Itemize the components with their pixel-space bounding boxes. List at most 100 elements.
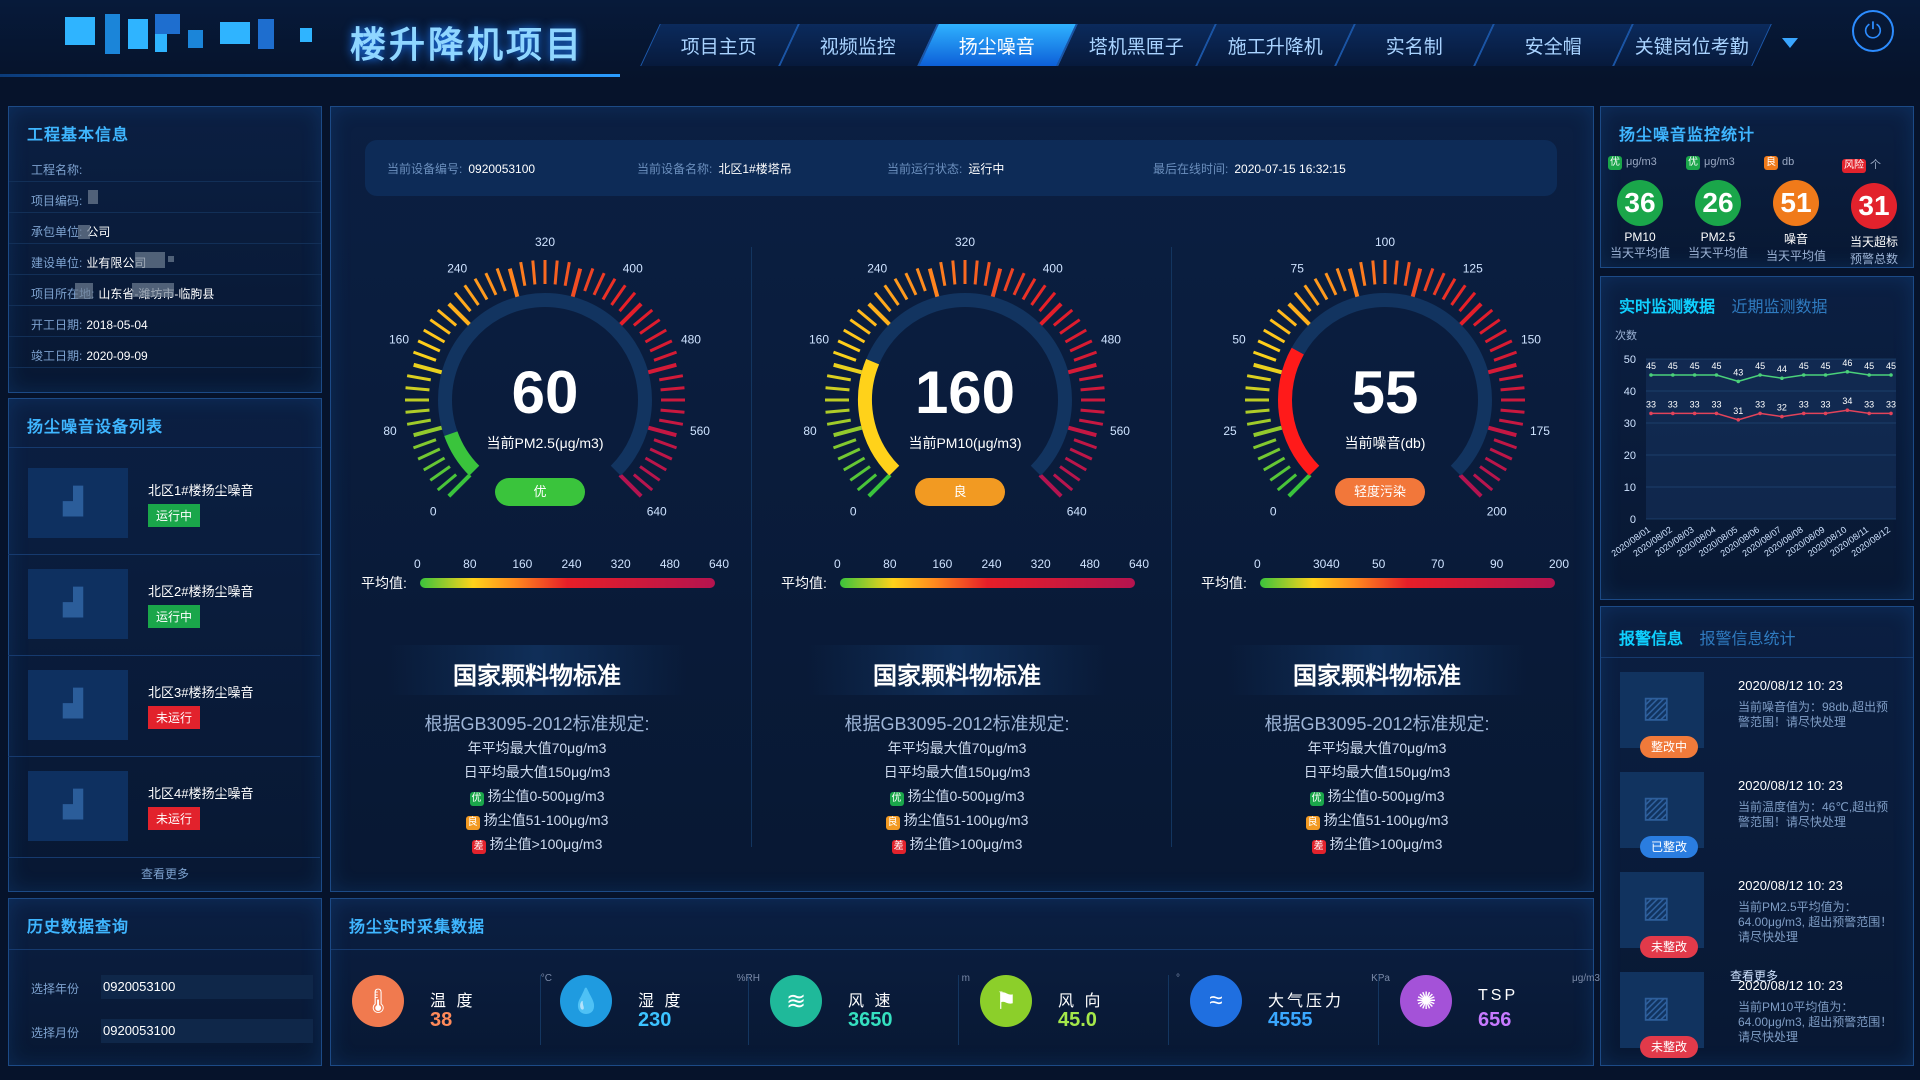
nav-tab-3[interactable]: 塔机黑匣子 (1057, 24, 1216, 66)
device-list-item[interactable]: ▟ 北区2#楼扬尘噪音 运行中 (8, 555, 320, 656)
gauge-tick (826, 374, 852, 382)
gauge-tick (1450, 284, 1467, 306)
gauge-tick (951, 260, 957, 285)
redacted-block (132, 283, 174, 297)
gauge-tick (610, 284, 627, 306)
gauge-tick (632, 473, 654, 492)
device-thumbnail: ▟ (28, 468, 128, 538)
gauge-tick-label: 240 (867, 262, 887, 276)
standard-title: 国家颗料物标准 (1293, 663, 1461, 690)
gauge-tick (1403, 261, 1411, 287)
standard-line: 年平均最大值70μg/m3 (467, 740, 607, 756)
nav-tab-0[interactable]: 项目主页 (640, 24, 799, 66)
nav-tab-6[interactable]: 安全帽 (1474, 24, 1633, 66)
history-select[interactable]: 0920053100 (101, 975, 313, 999)
gauge-tick-label: 80 (803, 424, 817, 438)
gauge-tick (1489, 339, 1513, 353)
chart-data-label: 33 (1646, 399, 1656, 409)
nav-tab-4[interactable]: 施工升降机 (1196, 24, 1355, 66)
avg-color-bar (840, 578, 1135, 588)
tab-realtime-data[interactable]: 实时监测数据 (1619, 299, 1715, 316)
stat-unit-row: 风险个 (1842, 156, 1912, 173)
level-tag-icon: 良 (465, 816, 480, 830)
gauge-tick (412, 438, 437, 450)
gauge-level-badge: 良 (915, 478, 1005, 506)
gauge-tick (1498, 374, 1524, 382)
nav-tab-label: 塔机黑匣子 (1088, 36, 1184, 58)
gauge-tick (1069, 447, 1093, 461)
sensor-name: 温 度 (430, 993, 476, 1010)
device-bar-label: 当前运行状态: (887, 162, 963, 176)
device-list-item[interactable]: ▟ 北区4#楼扬尘噪音 未运行 (8, 757, 320, 858)
sensor-value: 45.0 (1058, 1009, 1097, 1031)
alert-item[interactable]: ▨ 未整改 2020/08/12 10: 23 当前PM2.5平均值为：64.00μg… (1608, 868, 1898, 968)
device-list-item[interactable]: ▟ 北区1#楼扬尘噪音 运行中 (8, 454, 320, 555)
nav-tab-7[interactable]: 关键岗位考勤 (1613, 24, 1772, 66)
sensor-name: 风 速 (848, 993, 894, 1010)
standard-line: 年平均最大值70μg/m3 (887, 740, 1027, 756)
power-icon[interactable]: ⏻ (1852, 10, 1894, 52)
gauge-tick (405, 386, 430, 392)
gauge-tick (653, 438, 678, 450)
chart-ytick-label: 50 (1624, 354, 1636, 366)
alert-item[interactable]: ▨ 整改中 2020/08/12 10: 23 当前噪音值为：98db,超出预警范围！… (1608, 668, 1898, 768)
sensor-unit: ° (1176, 973, 1180, 984)
gauge-tick (825, 386, 850, 392)
gauge-tick (1500, 386, 1525, 392)
gauge-tick (1263, 456, 1286, 472)
gauge-tick (417, 447, 441, 461)
panel-title: 扬尘噪音监控统计 (1619, 127, 1756, 144)
gauge-tick (904, 272, 918, 296)
standard-level-line: 优扬尘值0-500μg/m3 (367, 786, 707, 806)
redacted-block (78, 225, 90, 239)
droplet-icon: 💧 (560, 975, 612, 1027)
level-tag-icon: 差 (891, 840, 906, 854)
standard-level-line: 良扬尘值51-100μg/m3 (367, 810, 707, 830)
gauge-tick (1253, 362, 1284, 375)
device-image-icon: ▟ (63, 486, 83, 516)
info-row: 项目编码: (31, 192, 86, 209)
stat-card: 优 μg/m3 36 PM10 当天平均值 (1602, 156, 1678, 261)
history-select[interactable]: 0920053100 (101, 1019, 313, 1043)
gauge-tick (1276, 308, 1298, 327)
device-bar-field: 当前运行状态: 运行中 (887, 160, 1004, 177)
tab-alert-stats[interactable]: 报警信息统计 (1699, 631, 1795, 648)
alert-item[interactable]: ▨ 已整改 2020/08/12 10: 23 当前温度值为：46℃,超出预警范围！请… (1608, 768, 1898, 868)
stat-label: PM2.5 (1700, 230, 1736, 244)
chart-data-label: 45 (1799, 361, 1809, 371)
divider (751, 247, 752, 847)
gauge-tick (1484, 328, 1507, 344)
gauge-tick (429, 318, 451, 335)
alert-status-badge: 整改中 (1640, 736, 1698, 758)
tab-alert-info[interactable]: 报警信息 (1619, 631, 1683, 648)
nav-tab-2[interactable]: 扬尘噪音 (918, 24, 1077, 66)
tab-recent-data[interactable]: 近期监测数据 (1731, 299, 1827, 316)
sensor-unit: °C (540, 973, 552, 984)
level-text: 扬尘值51-100μg/m3 (903, 812, 1029, 828)
panel-title: 扬尘实时采集数据 (349, 919, 486, 936)
redacted-block (135, 252, 165, 268)
gauge-tick (1257, 447, 1281, 461)
alert-time: 2020/08/12 10: 23 (1738, 678, 1843, 693)
nav-more-chevron-icon[interactable] (1782, 38, 1798, 48)
gauge-tick-label: 400 (623, 262, 643, 276)
stat-sublabel: 预警总数 (1849, 252, 1898, 266)
view-more-link[interactable]: 查看更多 (9, 865, 321, 882)
stat-unit-row: 优 μg/m3 (1608, 156, 1678, 170)
standard-level-line: 差扬尘值>100μg/m3 (787, 834, 1127, 854)
gauge-tick (832, 350, 857, 362)
nav-tab-5[interactable]: 实名制 (1335, 24, 1494, 66)
device-list-item[interactable]: ▟ 北区3#楼扬尘噪音 未运行 (8, 656, 320, 757)
device-name: 北区1#楼扬尘噪音 (148, 483, 254, 498)
level-tag-icon: 良 (885, 816, 900, 830)
nav-tab-1[interactable]: 视频监控 (779, 24, 938, 66)
gauge-tick (495, 267, 507, 292)
avg-scale-label: 0 (414, 557, 421, 571)
alerts-view-more-link[interactable]: 查看更多 (1730, 967, 1778, 984)
gauge-tick-label: 560 (1110, 424, 1130, 438)
device-status-badge: 未运行 (148, 706, 201, 729)
chart-point (1801, 411, 1806, 416)
gauge-tick (1479, 318, 1501, 335)
chart-point (1801, 373, 1806, 377)
stat-unit: μg/m3 (1626, 156, 1657, 168)
